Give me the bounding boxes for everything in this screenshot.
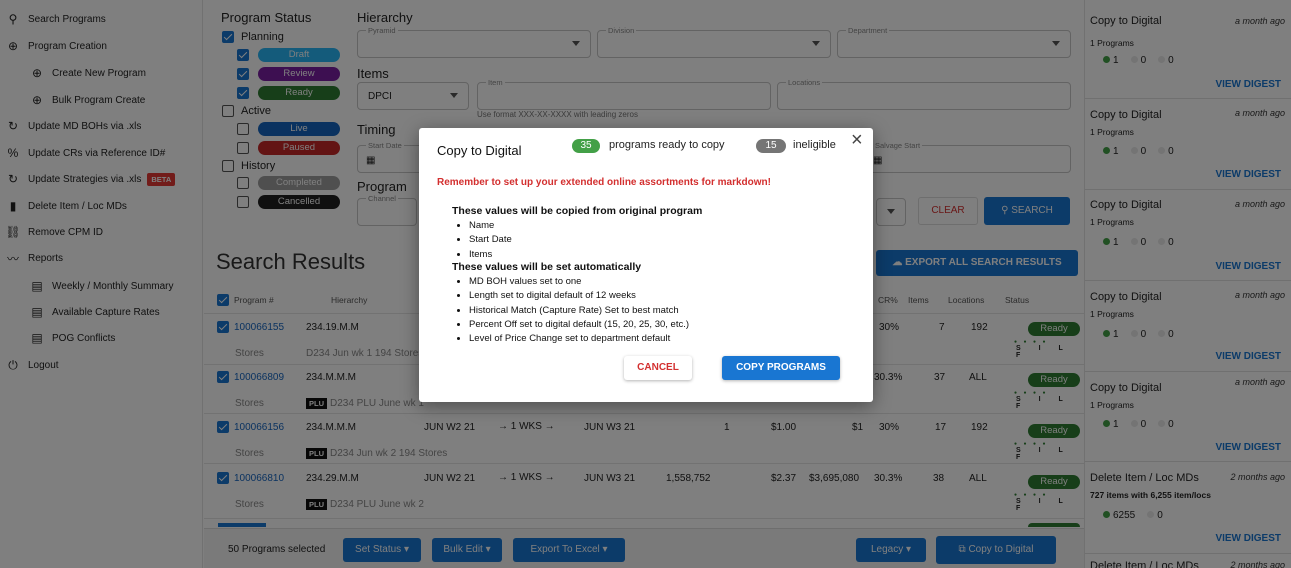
ineligible-count-badge: 15 (756, 139, 786, 153)
list-item: Start Date (469, 233, 512, 247)
ready-count-badge: 35 (572, 139, 600, 153)
list-item: Length set to digital default of 12 week… (469, 289, 689, 303)
list-item: Name (469, 219, 512, 233)
list-item: MD BOH values set to one (469, 275, 689, 289)
list-item: Level of Price Change set to department … (469, 332, 689, 346)
copy-programs-button[interactable]: COPY PROGRAMS (722, 356, 840, 380)
copied-list: Name Start Date Items (469, 219, 512, 262)
copied-heading: These values will be copied from origina… (452, 205, 703, 217)
warning-message: Remember to set up your extended online … (437, 177, 771, 188)
auto-list: MD BOH values set to one Length set to d… (469, 275, 689, 346)
list-item: Historical Match (Capture Rate) Set to b… (469, 304, 689, 318)
copy-to-digital-dialog: Copy to Digital 35 programs ready to cop… (419, 128, 873, 402)
list-item: Items (469, 248, 512, 262)
close-icon[interactable]: × (851, 130, 863, 150)
ready-text: programs ready to copy (609, 139, 725, 151)
dialog-title: Copy to Digital (437, 143, 522, 158)
list-item: Percent Off set to digital default (15, … (469, 318, 689, 332)
ineligible-text: ineligible (793, 139, 836, 151)
cancel-button[interactable]: CANCEL (624, 356, 692, 380)
auto-heading: These values will be set automatically (452, 261, 642, 273)
